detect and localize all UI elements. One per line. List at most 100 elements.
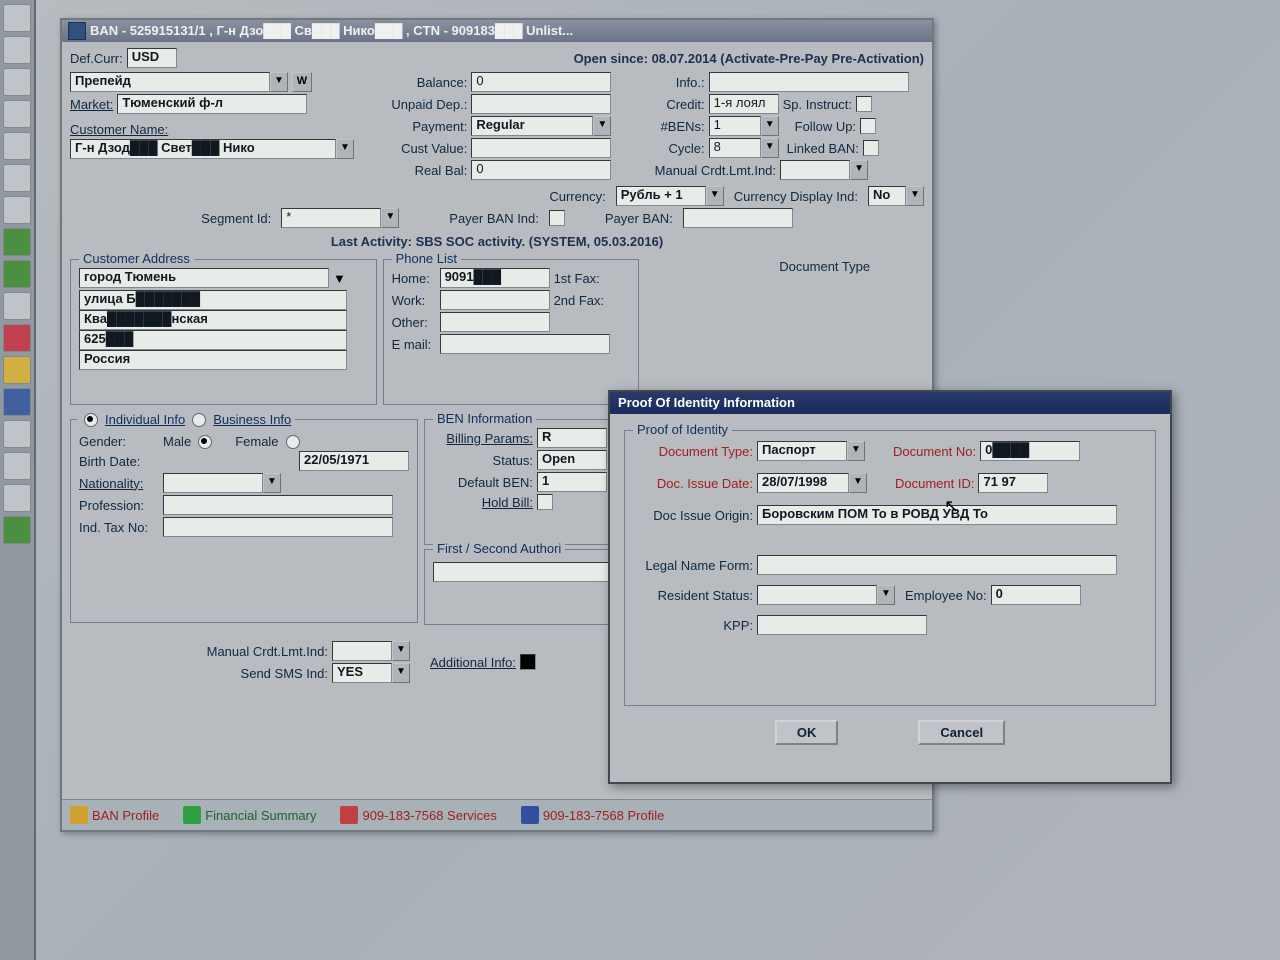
sidebar-icon-15[interactable] (3, 452, 31, 480)
resident-select[interactable] (757, 585, 877, 605)
unpaid-label: Unpaid Dep.: (367, 97, 467, 112)
sidebar-icon-7[interactable] (3, 196, 31, 224)
docno-value[interactable]: 0████ (980, 441, 1080, 461)
chevron-down-icon[interactable]: ▼ (850, 160, 868, 180)
tab-financial-summary[interactable]: Financial Summary (183, 806, 316, 824)
auth-value[interactable] (433, 562, 613, 582)
chevron-down-icon[interactable]: ▼ (381, 208, 399, 228)
sidebar-icon-11[interactable] (3, 324, 31, 352)
kpp-value[interactable] (757, 615, 927, 635)
chevron-down-icon[interactable]: ▼ (392, 641, 410, 661)
chevron-down-icon[interactable]: ▼ (336, 139, 354, 159)
payer-ban-value[interactable] (683, 208, 793, 228)
plan-select[interactable]: Препейд (70, 72, 270, 92)
chevron-down-icon[interactable]: ▼ (392, 663, 410, 683)
sidebar-icon-14[interactable] (3, 420, 31, 448)
hold-check[interactable] (537, 494, 553, 510)
legal-value[interactable] (757, 555, 1117, 575)
payment-select[interactable]: Regular (471, 116, 593, 136)
auth-box: First / Second Authori (424, 549, 624, 625)
custvalue-value[interactable] (471, 138, 611, 158)
w-button[interactable]: W (292, 72, 312, 92)
doctype-select[interactable]: Паспорт (757, 441, 847, 461)
business-radio[interactable] (192, 413, 206, 427)
female-radio[interactable] (286, 435, 300, 449)
payer-ban-label: Payer BAN: (605, 211, 673, 226)
sidebar-icon-16[interactable] (3, 484, 31, 512)
sidebar-icon-1[interactable] (3, 4, 31, 32)
bens-value[interactable]: 1 (709, 116, 761, 136)
segment-value[interactable]: * (281, 208, 381, 228)
dialog-title[interactable]: Proof Of Identity Information (610, 392, 1170, 414)
manual-cli-value[interactable] (780, 160, 850, 180)
segment-label: Segment Id: (201, 211, 271, 226)
default-ben-value[interactable]: 1 (537, 472, 607, 492)
address-line1: город Тюмень (79, 268, 329, 288)
chevron-down-icon[interactable]: ▼ (706, 186, 724, 206)
male-radio[interactable] (198, 435, 212, 449)
docid-value[interactable]: 71 97 (978, 473, 1048, 493)
emp-value[interactable]: 0 (991, 585, 1081, 605)
window-titlebar[interactable]: BAN - 525915131/1 , Г-н Дзо███ Св███ Ник… (62, 20, 932, 42)
cancel-button[interactable]: Cancel (918, 720, 1005, 745)
spinstruct-check[interactable] (856, 96, 872, 112)
info-value[interactable] (709, 72, 909, 92)
chevron-down-icon[interactable]: ▼ (906, 186, 924, 206)
sidebar-icon-10[interactable] (3, 292, 31, 320)
tab-ban-profile[interactable]: BAN Profile (70, 806, 159, 824)
chevron-down-icon[interactable]: ▼ (270, 72, 288, 92)
prof-value[interactable] (163, 495, 393, 515)
sidebar-icon-5[interactable] (3, 132, 31, 160)
sidebar-icon-9[interactable] (3, 260, 31, 288)
chevron-down-icon[interactable]: ▼ (849, 473, 867, 493)
followup-check[interactable] (860, 118, 876, 134)
currency-select[interactable]: Рубль + 1 (616, 186, 706, 206)
email-value[interactable] (440, 334, 610, 354)
sidebar-icon-12[interactable] (3, 356, 31, 384)
other-value[interactable] (440, 312, 550, 332)
work-value[interactable] (440, 290, 550, 310)
address-legend: Customer Address (79, 251, 194, 266)
tab-services[interactable]: 909-183-7568 Services (340, 806, 496, 824)
chevron-down-icon[interactable]: ▼ (333, 271, 346, 286)
sidebar-icon-13[interactable] (3, 388, 31, 416)
auth-legend: First / Second Authori (433, 541, 565, 556)
nat-label: Nationality: (79, 476, 159, 491)
tax-value[interactable] (163, 517, 393, 537)
sidebar-icon-4[interactable] (3, 100, 31, 128)
ok-button[interactable]: OK (775, 720, 839, 745)
realbal-label: Real Bal: (367, 163, 467, 178)
chevron-down-icon[interactable]: ▼ (847, 441, 865, 461)
cycle-value[interactable]: 8 (709, 138, 761, 158)
tab-profile[interactable]: 909-183-7568 Profile (521, 806, 664, 824)
cust-name-value[interactable]: Г-н Дзод███ Свет███ Нико (70, 139, 336, 159)
chevron-down-icon[interactable]: ▼ (593, 116, 611, 136)
followup-label: Follow Up: (795, 119, 856, 134)
bottom-tabs: BAN Profile Financial Summary 909-183-75… (62, 799, 932, 830)
curr-disp-select[interactable]: No (868, 186, 906, 206)
chevron-down-icon[interactable]: ▼ (761, 138, 779, 158)
linked-check[interactable] (863, 140, 879, 156)
origin-value[interactable]: Боровским ПОМ То в РОВД УВД То (757, 505, 1117, 525)
nat-value[interactable] (163, 473, 263, 493)
sidebar-icon-3[interactable] (3, 68, 31, 96)
birth-label: Birth Date: (79, 454, 159, 469)
individual-radio[interactable] (84, 413, 98, 427)
sidebar-icon-17[interactable] (3, 516, 31, 544)
address-line3: Ква███████нская (79, 310, 347, 330)
payer-ban-ind-check[interactable] (549, 210, 565, 226)
chevron-down-icon[interactable]: ▼ (263, 473, 281, 493)
individual-info-box: Individual Info Business Info Gender:Mal… (70, 419, 418, 623)
home-value[interactable]: 9091███ (440, 268, 550, 288)
sms-value[interactable]: YES (332, 663, 392, 683)
manual2-value[interactable] (332, 641, 392, 661)
birth-value[interactable]: 22/05/1971 (299, 451, 409, 471)
billing-value[interactable]: R (537, 428, 607, 448)
chevron-down-icon[interactable]: ▼ (877, 585, 895, 605)
sidebar-icon-2[interactable] (3, 36, 31, 64)
issue-value[interactable]: 28/07/1998 (757, 473, 849, 493)
sidebar-icon-6[interactable] (3, 164, 31, 192)
addl-check[interactable] (520, 654, 536, 670)
sidebar-icon-8[interactable] (3, 228, 31, 256)
chevron-down-icon[interactable]: ▼ (761, 116, 779, 136)
